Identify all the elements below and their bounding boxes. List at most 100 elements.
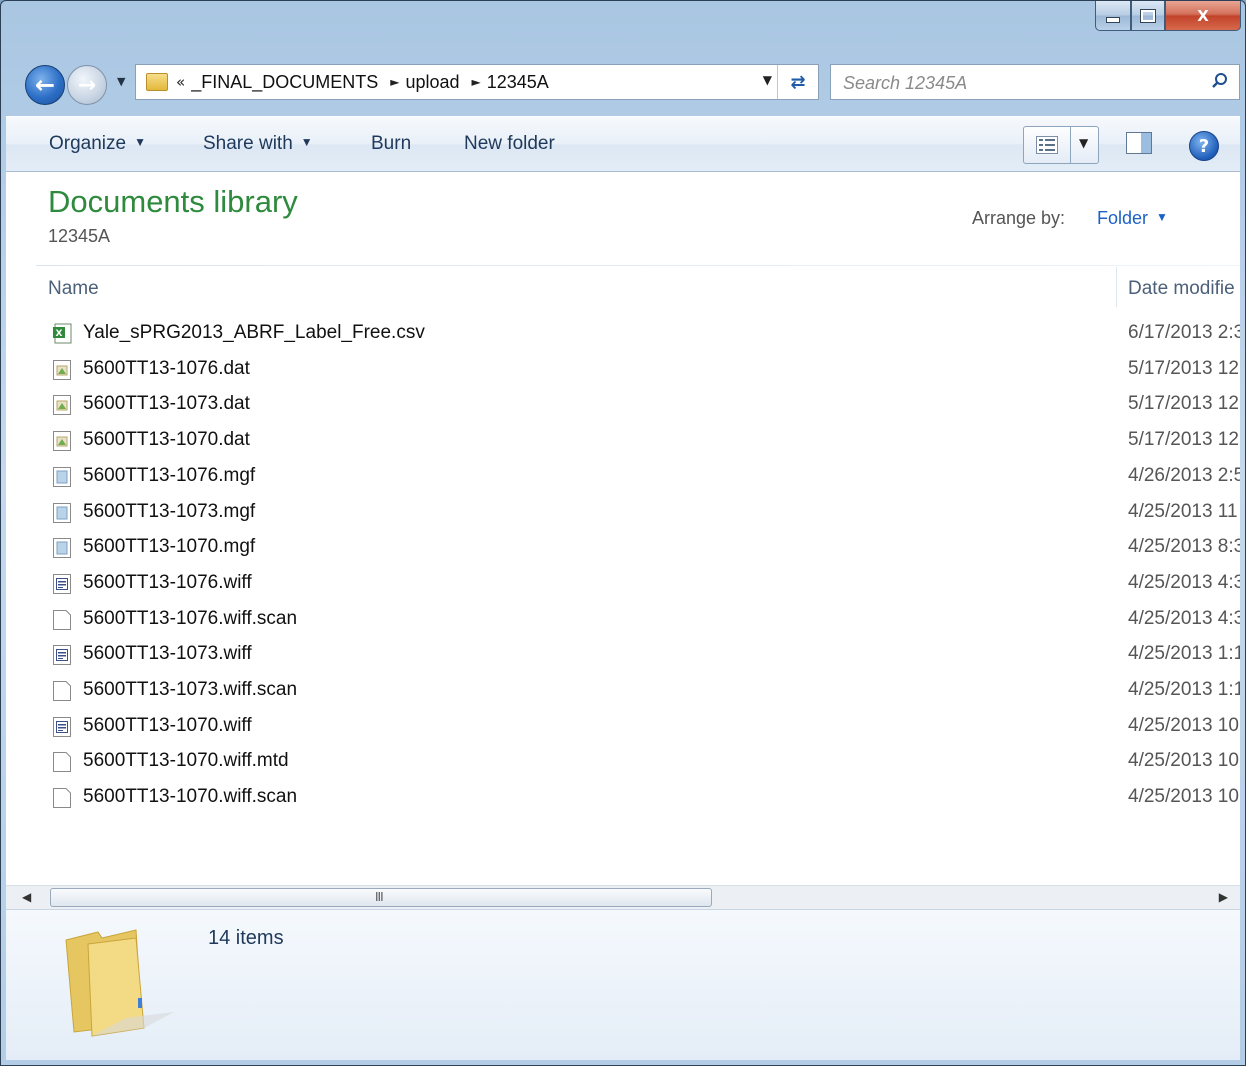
- command-bar: Organize ▼ Share with ▼ Burn New folder ▼ …: [6, 116, 1240, 172]
- file-row[interactable]: 5600TT13-1076.dat 5/17/2013 12: [46, 353, 1240, 387]
- blank-file-icon: [52, 787, 72, 809]
- details-view-icon: [1036, 136, 1058, 154]
- file-name: 5600TT13-1070.wiff: [83, 714, 252, 736]
- chevron-down-icon: ▼: [1156, 210, 1168, 224]
- file-row[interactable]: 5600TT13-1073.wiff.scan 4/25/2013 1:1: [46, 674, 1240, 708]
- maximize-button[interactable]: [1131, 1, 1165, 31]
- file-row[interactable]: 5600TT13-1076.wiff 4/25/2013 4:3: [46, 567, 1240, 601]
- file-date-modified: 4/25/2013 11: [1128, 500, 1238, 522]
- file-row[interactable]: 5600TT13-1073.mgf 4/25/2013 11: [46, 496, 1240, 530]
- file-date-modified: 4/26/2013 2:5: [1128, 464, 1240, 486]
- maximize-icon: [1140, 8, 1156, 23]
- chevron-down-icon: ▼: [134, 135, 146, 149]
- search-icon[interactable]: [1211, 72, 1229, 90]
- horizontal-scrollbar[interactable]: ◀ III ▶: [6, 885, 1240, 910]
- organize-button[interactable]: Organize ▼: [49, 133, 146, 155]
- file-row[interactable]: 5600TT13-1070.wiff 4/25/2013 10: [46, 710, 1240, 744]
- file-row[interactable]: 5600TT13-1070.wiff.mtd 4/25/2013 10: [46, 745, 1240, 779]
- split-divider: [1070, 127, 1071, 163]
- file-row[interactable]: 5600TT13-1073.wiff 4/25/2013 1:1: [46, 638, 1240, 672]
- item-count: 14 items: [208, 927, 284, 949]
- blank-file-icon: [52, 680, 72, 702]
- file-date-modified: 4/25/2013 10: [1128, 750, 1239, 772]
- scroll-left-arrow-icon[interactable]: ◀: [22, 890, 31, 904]
- wiff-file-icon: [52, 573, 72, 595]
- refresh-button[interactable]: ⇄: [777, 65, 818, 99]
- breadcrumb-separator-icon[interactable]: ►: [472, 75, 481, 89]
- wiff-file-icon: [52, 644, 72, 666]
- file-name: 5600TT13-1070.mgf: [83, 536, 256, 558]
- title-bar[interactable]: X: [1, 1, 1245, 57]
- breadcrumb-item-final-documents[interactable]: _FINAL_DOCUMENTS: [191, 72, 378, 93]
- file-date-modified: 4/25/2013 10: [1128, 786, 1239, 808]
- search-box[interactable]: [830, 64, 1240, 100]
- close-button[interactable]: X: [1165, 1, 1241, 31]
- breadcrumb-item-12345a[interactable]: 12345A: [487, 72, 549, 93]
- column-resize-handle[interactable]: [1116, 267, 1117, 307]
- mgf-file-icon: [52, 502, 72, 524]
- minimize-icon: [1106, 16, 1120, 23]
- scroll-right-arrow-icon[interactable]: ▶: [1219, 890, 1228, 904]
- file-name: 5600TT13-1076.wiff: [83, 571, 252, 593]
- file-date-modified: 4/25/2013 4:3: [1128, 571, 1240, 593]
- preview-pane-icon[interactable]: [1126, 132, 1152, 154]
- column-header-name[interactable]: Name: [48, 278, 99, 300]
- file-date-modified: 4/25/2013 4:3: [1128, 607, 1240, 629]
- address-history-dropdown[interactable]: ▼: [763, 73, 772, 87]
- arrange-by-dropdown[interactable]: Folder ▼: [1097, 208, 1168, 229]
- address-bar[interactable]: « _FINAL_DOCUMENTS ► upload ► 12345A ▼ ⇄: [135, 64, 819, 100]
- view-options-dropdown-icon[interactable]: ▼: [1079, 136, 1088, 150]
- file-name: 5600TT13-1073.dat: [83, 393, 250, 415]
- excel-csv-icon: X: [52, 323, 72, 345]
- dat-file-icon: [52, 359, 72, 381]
- blank-file-icon: [52, 609, 72, 631]
- arrange-by-label: Arrange by:: [972, 208, 1066, 228]
- back-button[interactable]: ←: [25, 65, 65, 105]
- search-input[interactable]: [841, 70, 1185, 96]
- column-header-date-modified[interactable]: Date modifie: [1128, 278, 1235, 300]
- burn-button[interactable]: Burn: [371, 133, 411, 155]
- svg-text:X: X: [56, 329, 63, 339]
- file-date-modified: 4/25/2013 10: [1128, 714, 1239, 736]
- scrollbar-thumb[interactable]: III: [50, 888, 712, 907]
- file-row[interactable]: 5600TT13-1070.dat 5/17/2013 12: [46, 424, 1240, 458]
- file-row[interactable]: 5600TT13-1076.wiff.scan 4/25/2013 4:3: [46, 603, 1240, 637]
- refresh-icon: ⇄: [790, 71, 806, 93]
- file-row[interactable]: X Yale_sPRG2013_ABRF_Label_Free.csv 6/17/2…: [46, 317, 1240, 351]
- folder-icon: [146, 73, 168, 91]
- organize-label: Organize: [49, 133, 127, 154]
- details-pane: 14 items: [6, 909, 1240, 1060]
- file-name: 5600TT13-1076.dat: [83, 357, 250, 379]
- folder-icon: [65, 929, 174, 1037]
- breadcrumb-overflow[interactable]: «: [176, 73, 185, 91]
- file-date-modified: 6/17/2013 2:3: [1128, 322, 1240, 343]
- change-view-button[interactable]: ▼: [1023, 126, 1099, 164]
- file-date-modified: 4/25/2013 1:1: [1128, 643, 1240, 665]
- mgf-file-icon: [52, 537, 72, 559]
- header-divider: [36, 265, 1240, 266]
- file-name: 5600TT13-1073.wiff.scan: [83, 679, 298, 700]
- file-name: Yale_sPRG2013_ABRF_Label_Free.csv: [83, 322, 425, 343]
- file-row[interactable]: 5600TT13-1076.mgf 4/26/2013 2:5: [46, 460, 1240, 494]
- file-row[interactable]: 5600TT13-1070.mgf 4/25/2013 8:3: [46, 531, 1240, 565]
- file-date-modified: 5/17/2013 12: [1128, 357, 1239, 379]
- wiff-file-icon: [52, 716, 72, 738]
- new-folder-button[interactable]: New folder: [464, 133, 555, 155]
- file-name: 5600TT13-1073.wiff: [83, 643, 252, 665]
- file-row[interactable]: 5600TT13-1070.wiff.scan 4/25/2013 10: [46, 781, 1240, 815]
- forward-arrow-icon: →: [77, 72, 97, 98]
- explorer-window: X ← → ▼ « _FINAL_DOCUMENTS ► upload ► 12…: [0, 0, 1246, 1066]
- file-name: 5600TT13-1076.wiff.scan: [83, 607, 298, 629]
- file-date-modified: 4/25/2013 8:3: [1128, 536, 1240, 558]
- share-with-button[interactable]: Share with ▼: [203, 133, 313, 155]
- close-icon: X: [1197, 6, 1209, 25]
- forward-button[interactable]: →: [67, 65, 107, 105]
- file-name: 5600TT13-1076.mgf: [83, 464, 256, 486]
- help-icon[interactable]: ?: [1189, 131, 1219, 161]
- file-row[interactable]: 5600TT13-1073.dat 5/17/2013 12: [46, 388, 1240, 422]
- recent-pages-dropdown[interactable]: ▼: [117, 75, 125, 88]
- minimize-button[interactable]: [1095, 1, 1131, 31]
- breadcrumb-separator-icon[interactable]: ►: [390, 75, 399, 89]
- dat-file-icon: [52, 394, 72, 416]
- breadcrumb-item-upload[interactable]: upload: [405, 72, 459, 93]
